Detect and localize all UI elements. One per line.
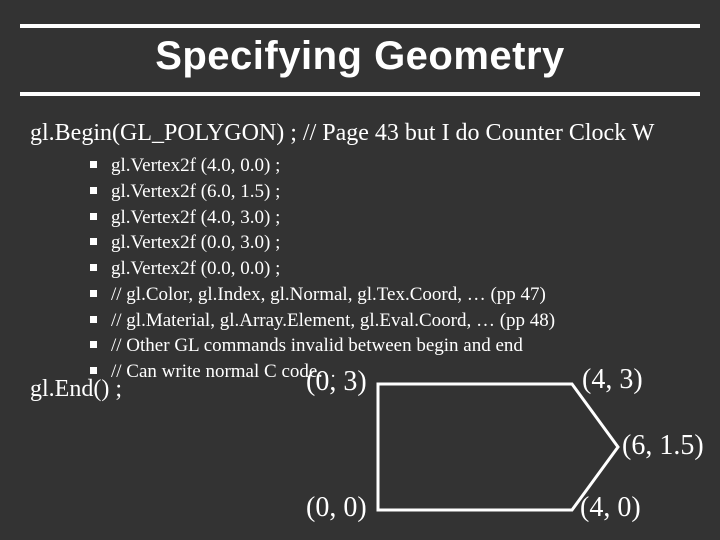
bullet-text: gl.Vertex2f (0.0, 3.0) ; <box>111 231 280 255</box>
vertex-label-bottom-left: (0, 0) <box>306 492 367 524</box>
vertex-label-bottom-right: (4, 0) <box>580 492 641 524</box>
list-item: gl.Vertex2f (0.0, 0.0) ; <box>90 257 700 281</box>
polygon-diagram: (0, 3) (4, 3) (6, 1.5) (0, 0) (4, 0) <box>300 362 700 532</box>
bullet-text: // gl.Color, gl.Index, gl.Normal, gl.Tex… <box>111 283 546 307</box>
vertex-label-top-left: (0, 3) <box>306 366 367 398</box>
bullet-list: gl.Vertex2f (4.0, 0.0) ; gl.Vertex2f (6.… <box>90 154 700 384</box>
list-item: // Other GL commands invalid between beg… <box>90 334 700 358</box>
list-item: gl.Vertex2f (0.0, 3.0) ; <box>90 231 700 255</box>
bullet-text: gl.Vertex2f (0.0, 0.0) ; <box>111 257 280 281</box>
bullet-text: // Other GL commands invalid between beg… <box>111 334 523 358</box>
bullet-icon <box>90 341 97 348</box>
slide: Specifying Geometry gl.Begin(GL_POLYGON)… <box>0 0 720 540</box>
bullet-text: gl.Vertex2f (6.0, 1.5) ; <box>111 180 280 204</box>
bullet-icon <box>90 290 97 297</box>
list-item: // gl.Material, gl.Array.Element, gl.Eva… <box>90 309 700 333</box>
slide-body: gl.Begin(GL_POLYGON) ; // Page 43 but I … <box>30 118 700 386</box>
list-item: gl.Vertex2f (6.0, 1.5) ; <box>90 180 700 204</box>
divider-under-title <box>20 92 700 96</box>
bullet-text: gl.Vertex2f (4.0, 0.0) ; <box>111 154 280 178</box>
slide-title: Specifying Geometry <box>0 34 720 79</box>
vertex-label-right: (6, 1.5) <box>622 430 704 462</box>
bullet-icon <box>90 367 97 374</box>
bullet-text: gl.Vertex2f (4.0, 3.0) ; <box>111 206 280 230</box>
bullet-icon <box>90 316 97 323</box>
list-item: // gl.Color, gl.Index, gl.Normal, gl.Tex… <box>90 283 700 307</box>
list-item: gl.Vertex2f (4.0, 3.0) ; <box>90 206 700 230</box>
bullet-icon <box>90 161 97 168</box>
bullet-icon <box>90 213 97 220</box>
list-item: gl.Vertex2f (4.0, 0.0) ; <box>90 154 700 178</box>
bullet-text: // gl.Material, gl.Array.Element, gl.Eva… <box>111 309 555 333</box>
code-end-line: gl.End() ; <box>30 376 122 403</box>
bullet-icon <box>90 238 97 245</box>
code-begin-line: gl.Begin(GL_POLYGON) ; // Page 43 but I … <box>30 118 700 148</box>
bullet-icon <box>90 264 97 271</box>
divider-top <box>20 24 700 28</box>
bullet-icon <box>90 187 97 194</box>
vertex-label-top-right: (4, 3) <box>582 364 643 396</box>
